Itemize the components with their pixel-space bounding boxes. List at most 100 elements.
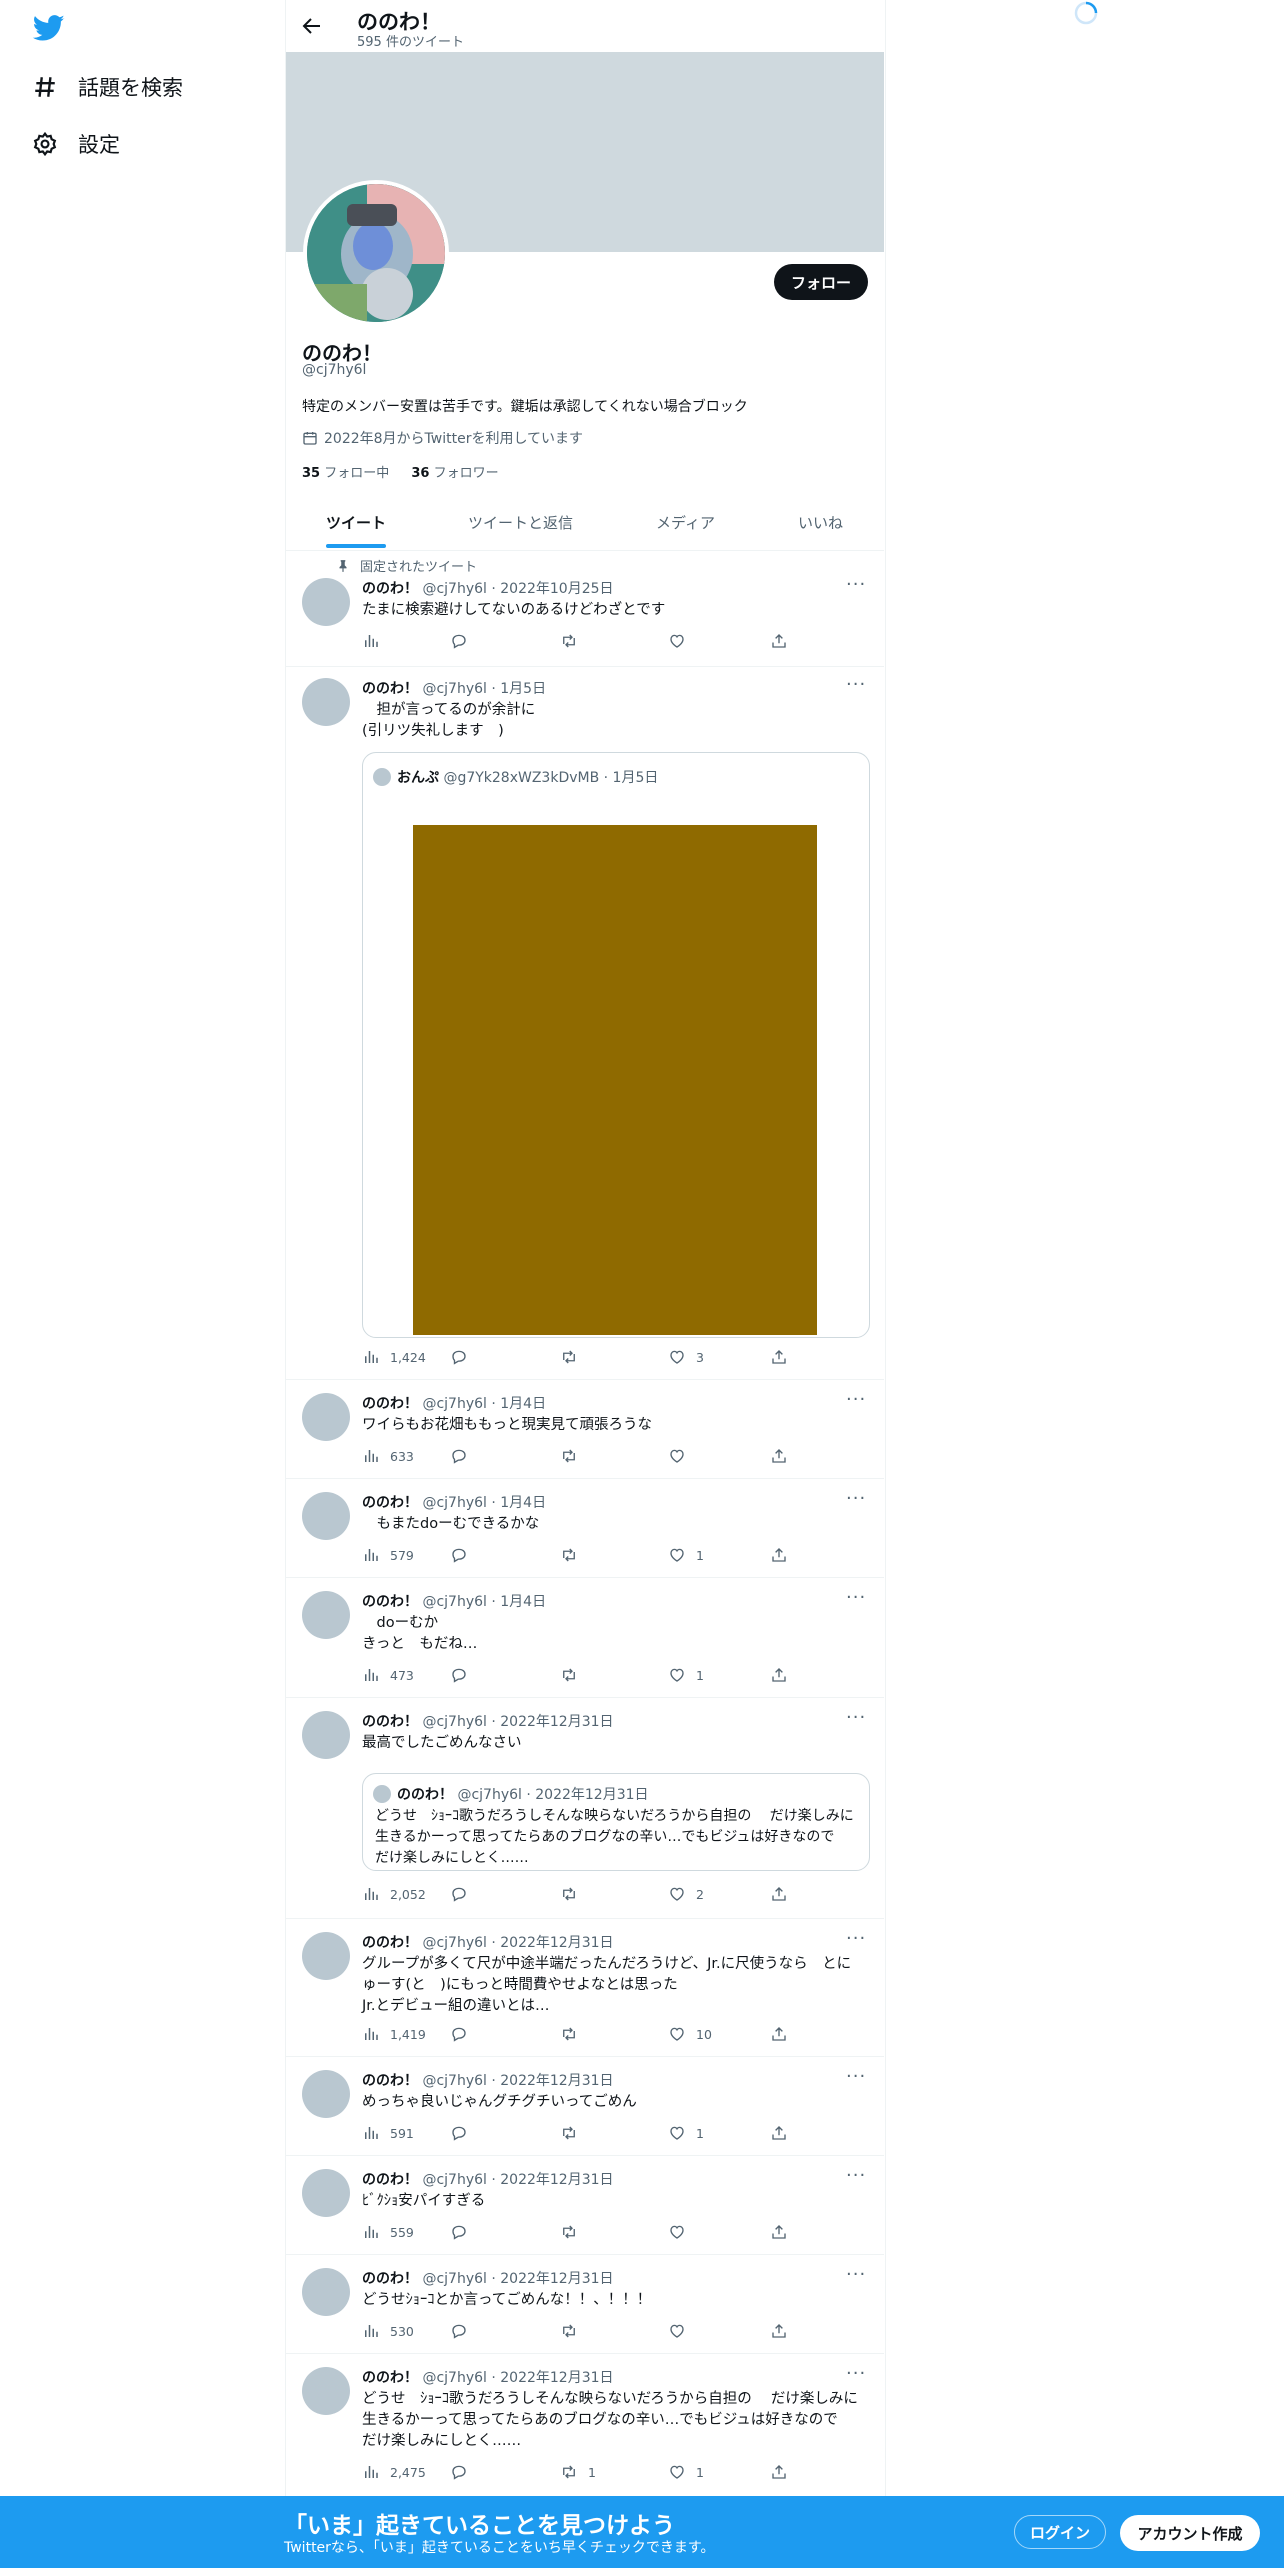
create-account-button[interactable]: アカウント作成	[1120, 2515, 1260, 2551]
views-stat[interactable]: 1,419	[362, 2025, 426, 2043]
views-stat[interactable]: 559	[362, 2223, 414, 2241]
tweet[interactable]: ののわ！ @cj7hy6l · 2022年12月31日 ··· どうせｼｮｰｺとか言…	[286, 2254, 884, 2354]
more-options-icon[interactable]: ···	[846, 1488, 866, 1509]
tweet-author-name[interactable]: ののわ！	[362, 1935, 418, 1951]
tweet-handle-date[interactable]: @cj7hy6l · 2022年12月31日	[418, 2370, 613, 2386]
more-options-icon[interactable]: ···	[846, 2363, 866, 2384]
tweet-avatar[interactable]	[302, 2268, 350, 2316]
like-button[interactable]	[668, 632, 696, 650]
tweet-author-name[interactable]: ののわ！	[362, 581, 418, 597]
more-options-icon[interactable]: ···	[846, 2066, 866, 2087]
tweet-author-name[interactable]: ののわ！	[362, 2172, 418, 2188]
retweet-button[interactable]: 1	[560, 2463, 596, 2481]
views-stat[interactable]: 2,052	[362, 1885, 426, 1903]
tweet-author-name[interactable]: ののわ！	[362, 1594, 418, 1610]
reply-button[interactable]	[450, 1348, 478, 1366]
more-options-icon[interactable]: ···	[846, 1707, 866, 1728]
twitter-logo-icon[interactable]	[30, 12, 68, 44]
reply-button[interactable]	[450, 2223, 478, 2241]
views-stat[interactable]: 530	[362, 2322, 414, 2340]
tweet-author-name[interactable]: ののわ！	[362, 1396, 418, 1412]
following-link[interactable]: 35 フォロー中	[302, 466, 389, 481]
views-stat[interactable]: 1,424	[362, 1348, 426, 1366]
tweet-avatar[interactable]	[302, 1711, 350, 1759]
tweet-handle-date[interactable]: @cj7hy6l · 2022年12月31日	[418, 2271, 613, 2287]
share-button[interactable]	[770, 1348, 798, 1366]
quoted-tweet[interactable]: ののわ！ @cj7hy6l · 2022年12月31日 どうせ ｼｮｰｺ歌うだろう…	[362, 1773, 870, 1871]
tweet[interactable]: ののわ！ @cj7hy6l · 2022年12月31日 ··· 最高でしたごめんなさ…	[286, 1697, 884, 1919]
tweet-author-name[interactable]: ののわ！	[362, 1714, 418, 1730]
like-button[interactable]	[668, 2322, 696, 2340]
login-button[interactable]: ログイン	[1014, 2515, 1106, 2549]
views-stat[interactable]: 579	[362, 1546, 414, 1564]
tweet[interactable]: ののわ！ @cj7hy6l · 2022年12月31日 ··· どうせ ｼｮｰｺ歌う…	[286, 2353, 884, 2497]
retweet-button[interactable]	[560, 1666, 588, 1684]
views-stat[interactable]: 633	[362, 1447, 414, 1465]
views-stat[interactable]: 591	[362, 2124, 414, 2142]
tweet-handle-date[interactable]: @cj7hy6l · 1月4日	[418, 1495, 546, 1511]
tweet-handle-date[interactable]: @cj7hy6l · 1月4日	[418, 1594, 546, 1610]
more-options-icon[interactable]: ···	[846, 1389, 866, 1410]
like-button[interactable]: 1	[668, 2124, 704, 2142]
tweet-handle-date[interactable]: @cj7hy6l · 2022年12月31日	[418, 2172, 613, 2188]
tweet-avatar[interactable]	[302, 2070, 350, 2118]
reply-button[interactable]	[450, 632, 478, 650]
tweet-avatar[interactable]	[302, 1393, 350, 1441]
reply-button[interactable]	[450, 1885, 478, 1903]
like-button[interactable]: 10	[668, 2025, 712, 2043]
tweet-avatar[interactable]	[302, 2367, 350, 2415]
share-button[interactable]	[770, 2322, 798, 2340]
tweet-handle-date[interactable]: @cj7hy6l · 2022年12月31日	[418, 1935, 613, 1951]
tweet-handle-date[interactable]: @cj7hy6l · 1月5日	[418, 681, 546, 697]
followers-link[interactable]: 36 フォロワー	[411, 466, 498, 481]
tweet[interactable]: ののわ！ @cj7hy6l · 1月4日 ··· doーむか きっと もだね… 4…	[286, 1577, 884, 1698]
more-options-icon[interactable]: ···	[846, 1928, 866, 1949]
share-button[interactable]	[770, 1447, 798, 1465]
like-button[interactable]: 1	[668, 1546, 704, 1564]
tweet-avatar[interactable]	[302, 578, 350, 626]
retweet-button[interactable]	[560, 1885, 588, 1903]
retweet-button[interactable]	[560, 2223, 588, 2241]
follow-button[interactable]: フォロー	[774, 264, 868, 300]
reply-button[interactable]	[450, 1666, 478, 1684]
tweet[interactable]: ののわ！ @cj7hy6l · 2022年12月31日 ··· めっちゃ良いじゃんグ…	[286, 2056, 884, 2156]
tweet-avatar[interactable]	[302, 1591, 350, 1639]
more-options-icon[interactable]: ···	[846, 2165, 866, 2186]
like-button[interactable]	[668, 1447, 696, 1465]
tweet-handle-date[interactable]: @cj7hy6l · 2022年10月25日	[418, 581, 613, 597]
retweet-button[interactable]	[560, 2322, 588, 2340]
like-button[interactable]: 2	[668, 1885, 704, 1903]
retweet-button[interactable]	[560, 632, 588, 650]
quoted-media-image[interactable]	[413, 825, 817, 1335]
reply-button[interactable]	[450, 2124, 478, 2142]
tweet-author-name[interactable]: ののわ！	[362, 681, 418, 697]
share-button[interactable]	[770, 632, 798, 650]
tweet[interactable]: ののわ！ @cj7hy6l · 1月5日 ··· 担が言ってるのが余計に (引リツ…	[286, 666, 884, 1380]
share-button[interactable]	[770, 1546, 798, 1564]
views-stat[interactable]	[362, 632, 390, 650]
share-button[interactable]	[770, 1885, 798, 1903]
like-button[interactable]: 1	[668, 1666, 704, 1684]
more-options-icon[interactable]: ···	[846, 1587, 866, 1608]
share-button[interactable]	[770, 2223, 798, 2241]
like-button[interactable]: 3	[668, 1348, 704, 1366]
tab-media[interactable]: メディア	[656, 512, 715, 533]
share-button[interactable]	[770, 2025, 798, 2043]
like-button[interactable]: 1	[668, 2463, 704, 2481]
reply-button[interactable]	[450, 2025, 478, 2043]
like-button[interactable]	[668, 2223, 696, 2241]
views-stat[interactable]: 2,475	[362, 2463, 426, 2481]
tweet[interactable]: ののわ！ @cj7hy6l · 1月4日 ··· ワイらもお花畑ももっと現実見て頑張…	[286, 1379, 884, 1479]
more-options-icon[interactable]: ···	[846, 574, 866, 595]
tweet-avatar[interactable]	[302, 1492, 350, 1540]
tweet[interactable]: ののわ！ @cj7hy6l · 2022年10月25日 ··· たまに検索避けしてな…	[286, 562, 884, 667]
nav-explore[interactable]: 話題を検索	[32, 67, 183, 107]
retweet-button[interactable]	[560, 1546, 588, 1564]
retweet-button[interactable]	[560, 1348, 588, 1366]
tweet-author-name[interactable]: ののわ！	[362, 2370, 418, 2386]
quoted-tweet[interactable]: おんぷ @g7Yk28xWZ3kDvMB · 1月5日	[362, 752, 870, 1338]
reply-button[interactable]	[450, 1447, 478, 1465]
profile-avatar[interactable]	[303, 180, 449, 326]
tweet-handle-date[interactable]: @cj7hy6l · 2022年12月31日	[418, 1714, 613, 1730]
nav-settings[interactable]: 設定	[32, 124, 120, 164]
